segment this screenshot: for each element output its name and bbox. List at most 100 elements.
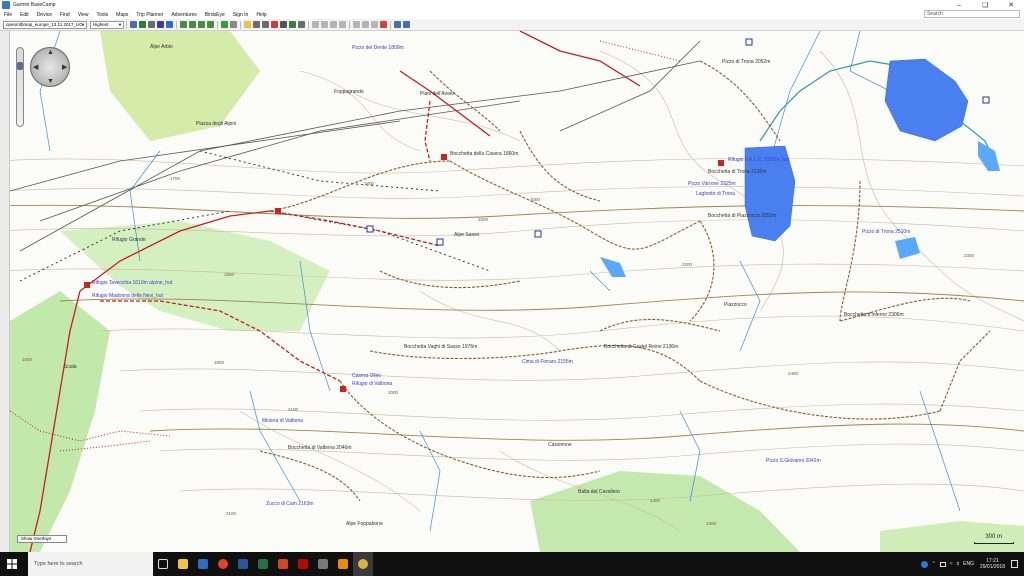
taskbar-app-explorer[interactable] xyxy=(173,552,193,576)
basecamp-icon xyxy=(358,559,368,569)
undo-icon[interactable] xyxy=(394,21,401,28)
zoom-slider[interactable] xyxy=(16,47,24,127)
menu-help[interactable]: Help xyxy=(252,12,270,18)
join-icon[interactable] xyxy=(339,21,346,28)
separator xyxy=(308,20,309,29)
search-input[interactable]: Search xyxy=(924,10,1020,18)
parking-marker[interactable] xyxy=(366,225,374,233)
pencil-icon[interactable] xyxy=(312,21,319,28)
network-status-icon[interactable] xyxy=(920,560,928,568)
play-icon[interactable] xyxy=(221,21,228,28)
taskbar-app-chrome[interactable] xyxy=(213,552,233,576)
grid-icon[interactable] xyxy=(157,21,164,28)
start-button[interactable] xyxy=(0,552,24,576)
parking-marker[interactable] xyxy=(745,38,753,46)
taskbar-app-vlc[interactable] xyxy=(333,552,353,576)
chevron-up-icon[interactable]: ⌃ xyxy=(932,561,936,567)
close-icon[interactable]: ✕ xyxy=(998,0,1024,10)
taskbar-search-input[interactable]: Type here to search xyxy=(28,552,153,576)
map-label: Bocchetta di Castel Reino 2136m xyxy=(604,344,679,350)
select-tool-icon[interactable] xyxy=(262,21,269,28)
show-overlays-dropdown[interactable]: Show Overlays xyxy=(17,535,67,543)
separator xyxy=(390,20,391,29)
taskbar-app-basecamp[interactable] xyxy=(353,552,373,576)
taskbar-app-powerpoint[interactable] xyxy=(273,552,293,576)
pan-control[interactable]: ▲ ▼ ◀ ▶ xyxy=(30,47,70,87)
pan-up-icon[interactable]: ▲ xyxy=(47,49,54,56)
redo-icon[interactable] xyxy=(403,21,410,28)
parking-marker[interactable] xyxy=(534,230,542,238)
send-icon[interactable] xyxy=(230,21,237,28)
area-icon[interactable] xyxy=(207,21,214,28)
menu-view[interactable]: View xyxy=(74,12,93,18)
contour-label: 1600 xyxy=(224,272,235,277)
pin-icon[interactable] xyxy=(271,21,278,28)
battery-icon[interactable] xyxy=(939,561,946,567)
hut-marker[interactable] xyxy=(718,160,724,166)
taskbar-app-outlook[interactable] xyxy=(193,552,213,576)
map-canvas[interactable]: Alpe Arbio Pizzo del Dente 1809m Foppagr… xyxy=(0,31,1024,552)
taskbar-app-word[interactable] xyxy=(233,552,253,576)
pan-down-icon[interactable]: ▼ xyxy=(47,78,54,85)
taskbar-app-excel[interactable] xyxy=(253,552,273,576)
delete-icon[interactable] xyxy=(380,21,387,28)
hut-marker[interactable] xyxy=(340,386,346,392)
taskbar-app-notes[interactable] xyxy=(313,552,333,576)
dirt-tracks xyxy=(259,60,991,502)
menu-file[interactable]: File xyxy=(0,12,16,18)
clock[interactable]: 17:21 29/01/2018 xyxy=(980,558,1005,570)
waypoint-icon[interactable] xyxy=(198,21,205,28)
menu-maps[interactable]: Maps xyxy=(112,12,132,18)
map-view-icon[interactable] xyxy=(130,21,137,28)
show-overlays-label: Show Overlays xyxy=(21,536,52,541)
flag-icon[interactable] xyxy=(289,21,296,28)
globe-icon[interactable] xyxy=(139,21,146,28)
wifi-icon[interactable]: ≈ xyxy=(950,561,953,567)
split-icon[interactable] xyxy=(330,21,337,28)
menu-find[interactable]: Find xyxy=(56,12,74,18)
menu-sign-in[interactable]: Sign In xyxy=(229,12,253,18)
minimize-icon[interactable]: – xyxy=(946,0,972,10)
zoom-tool-icon[interactable] xyxy=(253,21,260,28)
hut-marker[interactable] xyxy=(275,208,281,214)
map-product-select[interactable]: openmtbmap_europe_13.11.2017_UC ▼ xyxy=(3,20,87,29)
app-icon xyxy=(2,1,10,9)
notifications-icon[interactable] xyxy=(1011,560,1018,568)
zoom-slider-handle[interactable] xyxy=(17,62,23,70)
route-icon[interactable] xyxy=(180,21,187,28)
map-label: Alpe Sasso xyxy=(454,232,480,238)
pan-right-icon[interactable]: ▶ xyxy=(62,63,67,71)
hut-marker[interactable] xyxy=(84,282,90,288)
pan-left-icon[interactable]: ◀ xyxy=(33,63,38,71)
menu-trip-planner[interactable]: Trip Planner xyxy=(132,12,167,18)
task-view-button[interactable] xyxy=(153,552,173,576)
track-icon[interactable] xyxy=(189,21,196,28)
cut-icon[interactable] xyxy=(353,21,360,28)
map-label: Bocchetta di Valbona 2046m xyxy=(288,445,352,451)
taskbar-app-acrobat[interactable] xyxy=(293,552,313,576)
menu-edit[interactable]: Edit xyxy=(16,12,33,18)
menu-device[interactable]: Device xyxy=(33,12,56,18)
menu-birdseye[interactable]: BirdsEye xyxy=(201,12,229,18)
hand-tool-icon[interactable] xyxy=(244,21,251,28)
copy-icon[interactable] xyxy=(362,21,369,28)
parking-marker[interactable] xyxy=(982,96,990,104)
restore-icon[interactable]: ❏ xyxy=(972,0,998,10)
paste-icon[interactable] xyxy=(371,21,378,28)
volume-icon[interactable]: ♯ xyxy=(957,561,960,567)
draw-icon[interactable] xyxy=(298,21,305,28)
menu-tools[interactable]: Tools xyxy=(92,12,112,18)
3d-view-icon[interactable] xyxy=(148,21,155,28)
measure-icon[interactable] xyxy=(280,21,287,28)
contour-label: 2300 xyxy=(964,253,975,258)
hut-marker[interactable] xyxy=(441,154,447,160)
eraser-icon[interactable] xyxy=(321,21,328,28)
detail-level-select[interactable]: Highest ▼ xyxy=(90,20,124,29)
left-panel-collapsed[interactable] xyxy=(0,31,10,552)
word-icon xyxy=(238,559,248,569)
language-indicator[interactable]: ENG xyxy=(963,561,974,567)
parking-marker[interactable] xyxy=(436,238,444,246)
layers-icon[interactable] xyxy=(166,21,173,28)
menu-adventures[interactable]: Adventures xyxy=(167,12,200,18)
map-label: Pizzo S.Giovanni 2042m xyxy=(766,458,821,464)
